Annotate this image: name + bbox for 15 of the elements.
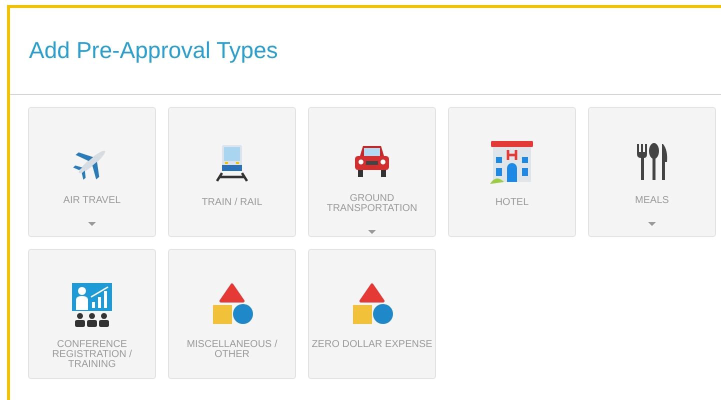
expense-type-tile[interactable]: AIR TRAVEL (28, 107, 156, 237)
fork-knife-icon (635, 142, 669, 182)
expense-type-tile[interactable]: HOTEL (448, 107, 576, 237)
page-title: Add Pre-Approval Types (28, 36, 279, 65)
shapes-icon (210, 283, 254, 327)
expense-type-tile[interactable]: CONFERENCE REGISTRATION / TRAINING (28, 249, 156, 379)
expense-type-tile[interactable]: TRAIN / RAIL (168, 107, 296, 237)
train-icon (214, 143, 250, 183)
expense-type-tile[interactable]: MEALS (588, 107, 716, 237)
shapes-icon (350, 283, 394, 327)
presentation-icon (70, 282, 114, 328)
hotel-icon (490, 140, 534, 186)
expense-type-tile[interactable]: ZERO DOLLAR EXPENSE (308, 249, 436, 379)
expense-type-tile[interactable]: GROUND TRANSPORTATION (308, 107, 436, 237)
expense-type-tile[interactable]: MISCELLANEOUS / OTHER (168, 249, 296, 379)
